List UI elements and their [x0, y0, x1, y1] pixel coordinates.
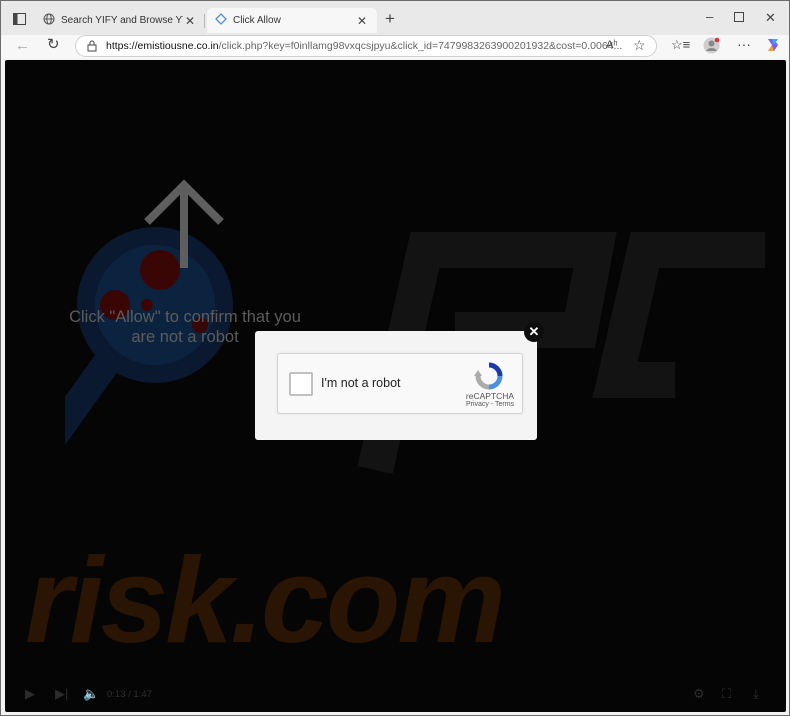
tab-title: Search YIFY and Browse YTS Movies — [61, 15, 183, 26]
favorites-icon[interactable]: ☆≡ — [671, 38, 690, 51]
next-icon[interactable]: ▶| — [55, 686, 68, 702]
minimize-icon[interactable]: – — [706, 10, 713, 23]
favorite-star-icon[interactable]: ☆ — [633, 38, 646, 52]
settings-gear-icon[interactable]: ⚙ — [693, 686, 705, 702]
refresh-icon[interactable]: ↻ — [47, 37, 60, 52]
not-robot-checkbox[interactable] — [289, 372, 313, 396]
recaptcha-logo-icon — [474, 362, 503, 390]
volume-icon[interactable]: 🔈 — [83, 686, 99, 702]
recaptcha-brand: reCAPTCHA — [465, 391, 515, 401]
more-menu-icon[interactable]: ··· — [737, 37, 751, 51]
address-bar[interactable]: https://emistiousne.co.in/click.php?key=… — [75, 35, 657, 57]
fullscreen-icon[interactable]: ⛶ — [722, 686, 731, 702]
url-path: /click.php?key=f0inllamg98vxqcsjpyu&clic… — [218, 40, 623, 52]
maximize-icon[interactable] — [734, 11, 744, 24]
risk-watermark: risk.com — [25, 532, 506, 668]
loading-icon — [215, 13, 227, 28]
page-content: risk.com Click "Allow" to confirm that y… — [5, 60, 786, 712]
not-robot-label: I'm not a robot — [321, 376, 401, 390]
copilot-icon[interactable] — [765, 37, 781, 55]
video-time: 0:13 / 1:47 — [107, 689, 152, 700]
tab-yify[interactable]: Search YIFY and Browse YTS Movies ✕ — [35, 8, 205, 33]
play-icon[interactable]: ▶ — [25, 686, 35, 702]
profile-avatar-icon[interactable] — [703, 37, 720, 56]
recaptcha-widget: I'm not a robot reCAPTCHA Privacy - Term… — [277, 353, 523, 414]
read-aloud-icon[interactable]: Aʰ — [606, 40, 618, 51]
globe-icon — [43, 13, 55, 28]
tab-click-allow[interactable]: Click Allow ✕ — [207, 8, 377, 33]
close-window-icon[interactable]: ✕ — [765, 11, 776, 24]
tab-divider — [204, 14, 205, 28]
tab-actions-icon[interactable] — [13, 13, 26, 27]
close-tab-icon[interactable]: ✕ — [183, 14, 197, 28]
tab-strip: Search YIFY and Browse YTS Movies ✕ Clic… — [1, 1, 789, 35]
close-tab-icon[interactable]: ✕ — [355, 14, 369, 28]
privacy-terms-links[interactable]: Privacy - Terms — [460, 401, 520, 408]
download-icon[interactable]: ⤓ — [753, 686, 759, 702]
browser-window: Search YIFY and Browse YTS Movies ✕ Clic… — [0, 0, 790, 716]
back-icon[interactable]: ← — [15, 38, 30, 53]
video-controls: ▶ ▶| 🔈 0:13 / 1:47 ⚙ ⛶ ⤓ — [5, 678, 786, 712]
captcha-modal: I'm not a robot reCAPTCHA Privacy - Term… — [255, 331, 537, 440]
close-modal-button[interactable]: ✕ — [524, 322, 544, 342]
hint-line-1: Click "Allow" to confirm that you — [69, 308, 301, 326]
lock-icon — [87, 40, 97, 55]
new-tab-icon[interactable]: + — [385, 10, 395, 27]
up-arrow-icon — [144, 179, 224, 268]
toolbar: ← ↻ https://emistiousne.co.in/click.php?… — [1, 35, 789, 59]
url-host: https://emistiousne.co.in — [106, 40, 219, 52]
tab-title: Click Allow — [233, 15, 281, 26]
